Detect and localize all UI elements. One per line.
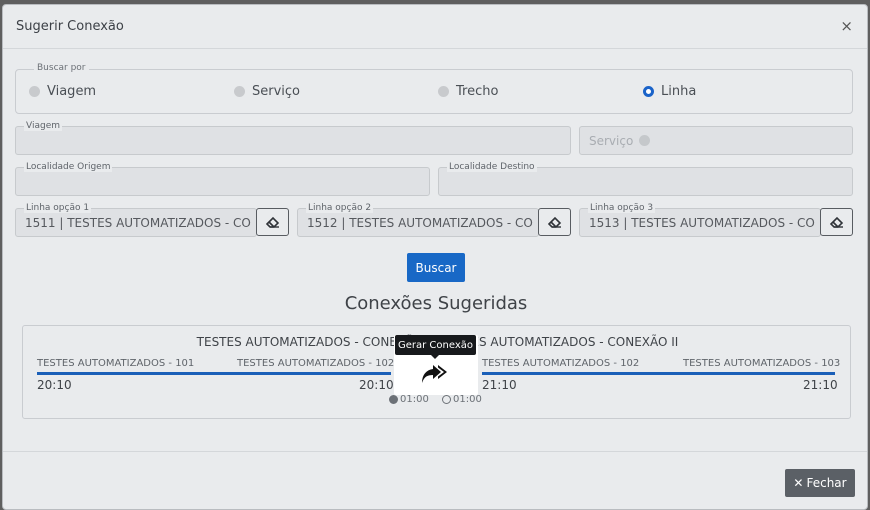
servico-field[interactable]: Serviço: [579, 126, 853, 155]
segment-1-departure: 20:10: [37, 378, 72, 392]
destination-label: Localidade Destino: [447, 162, 537, 172]
clear-line-3-button[interactable]: [820, 208, 853, 236]
travel-duration: 01:00: [442, 394, 482, 405]
line-option-3-field[interactable]: Linha opção 3 1513 | TESTES AUTOMATIZADO…: [579, 203, 821, 237]
travel-duration-value: 01:00: [453, 394, 482, 405]
origin-field[interactable]: Localidade Origem: [15, 162, 430, 196]
eraser-icon: [829, 216, 843, 228]
eraser-icon: [547, 216, 561, 228]
info-icon: [639, 135, 651, 146]
segment-1-timeline: [37, 372, 391, 375]
tooltip-arrow: [431, 355, 439, 359]
destination-field[interactable]: Localidade Destino: [438, 162, 853, 196]
segment-2-departure: 21:10: [482, 378, 517, 392]
share-icon: [422, 365, 447, 383]
radio-linha[interactable]: Linha: [643, 84, 696, 99]
wait-duration-value: 01:00: [400, 394, 429, 405]
line-option-2-value: 1512 | TESTES AUTOMATIZADOS - CONEXÃO: [307, 216, 533, 230]
suggested-connections-title: Conexões Sugeridas: [344, 293, 528, 314]
close-button-label: Fechar: [806, 476, 847, 490]
origin-label: Localidade Origem: [24, 162, 113, 172]
line-option-1-label: Linha opção 1: [24, 203, 92, 213]
line-option-1-value: 1511 | TESTES AUTOMATIZADOS - CONEXÃO: [25, 216, 251, 230]
wait-duration: 01:00: [389, 394, 429, 405]
radio-label: Trecho: [456, 84, 499, 99]
radio-trecho[interactable]: Trecho: [438, 84, 498, 99]
line-option-2-field[interactable]: Linha opção 2 1512 | TESTES AUTOMATIZADO…: [297, 203, 539, 237]
line-option-1-field[interactable]: Linha opção 1 1511 | TESTES AUTOMATIZADO…: [15, 203, 257, 237]
radio-dot: [438, 86, 449, 97]
close-button[interactable]: ✕ Fechar: [785, 469, 855, 497]
modal-header: Sugerir Conexão ×: [3, 5, 867, 49]
modal-title: Sugerir Conexão: [16, 19, 124, 34]
radio-dot-selected: [643, 86, 654, 97]
stopwatch-icon: [389, 395, 398, 404]
generate-connection-button[interactable]: [421, 363, 449, 389]
close-icon[interactable]: ×: [840, 19, 853, 34]
radio-viagem[interactable]: Viagem: [29, 84, 96, 99]
radio-label: Serviço: [252, 84, 301, 99]
clear-line-1-button[interactable]: [256, 208, 289, 236]
radio-label: Viagem: [47, 84, 97, 99]
clock-icon: [442, 395, 451, 404]
viagem-field[interactable]: Viagem: [15, 121, 571, 155]
segment-1-origin: TESTES AUTOMATIZADOS - 101: [37, 358, 195, 369]
line-option-2-label: Linha opção 2: [306, 203, 374, 213]
search-by-legend: Buscar por: [34, 63, 89, 73]
radio-servico[interactable]: Serviço: [234, 84, 300, 99]
eraser-icon: [265, 216, 279, 228]
segment-2-destination: TESTES AUTOMATIZADOS - 103: [683, 358, 841, 369]
segment-1-destination: TESTES AUTOMATIZADOS - 102: [237, 358, 395, 369]
segment-1-arrival: 20:10: [359, 378, 394, 392]
search-by-group: [15, 69, 853, 114]
radio-dot: [234, 86, 245, 97]
modal-footer-divider: [3, 451, 867, 452]
radio-label: Linha: [661, 84, 697, 99]
viagem-label: Viagem: [24, 121, 62, 131]
suggest-connection-modal: Sugerir Conexão × Buscar por Viagem Serv…: [2, 4, 868, 510]
search-button[interactable]: Buscar: [407, 253, 465, 282]
close-icon: ✕: [793, 476, 804, 490]
line-option-3-label: Linha opção 3: [588, 203, 656, 213]
segment-2-timeline: [482, 372, 835, 375]
radio-dot: [29, 86, 40, 97]
servico-placeholder: Serviço: [589, 134, 651, 148]
line-option-3-value: 1513 | TESTES AUTOMATIZADOS - CONEXÃO: [589, 216, 815, 230]
segment-2-arrival: 21:10: [803, 378, 838, 392]
clear-line-2-button[interactable]: [538, 208, 571, 236]
generate-connection-tooltip: Gerar Conexão: [395, 335, 476, 355]
segment-2-origin: TESTES AUTOMATIZADOS - 102: [482, 358, 640, 369]
